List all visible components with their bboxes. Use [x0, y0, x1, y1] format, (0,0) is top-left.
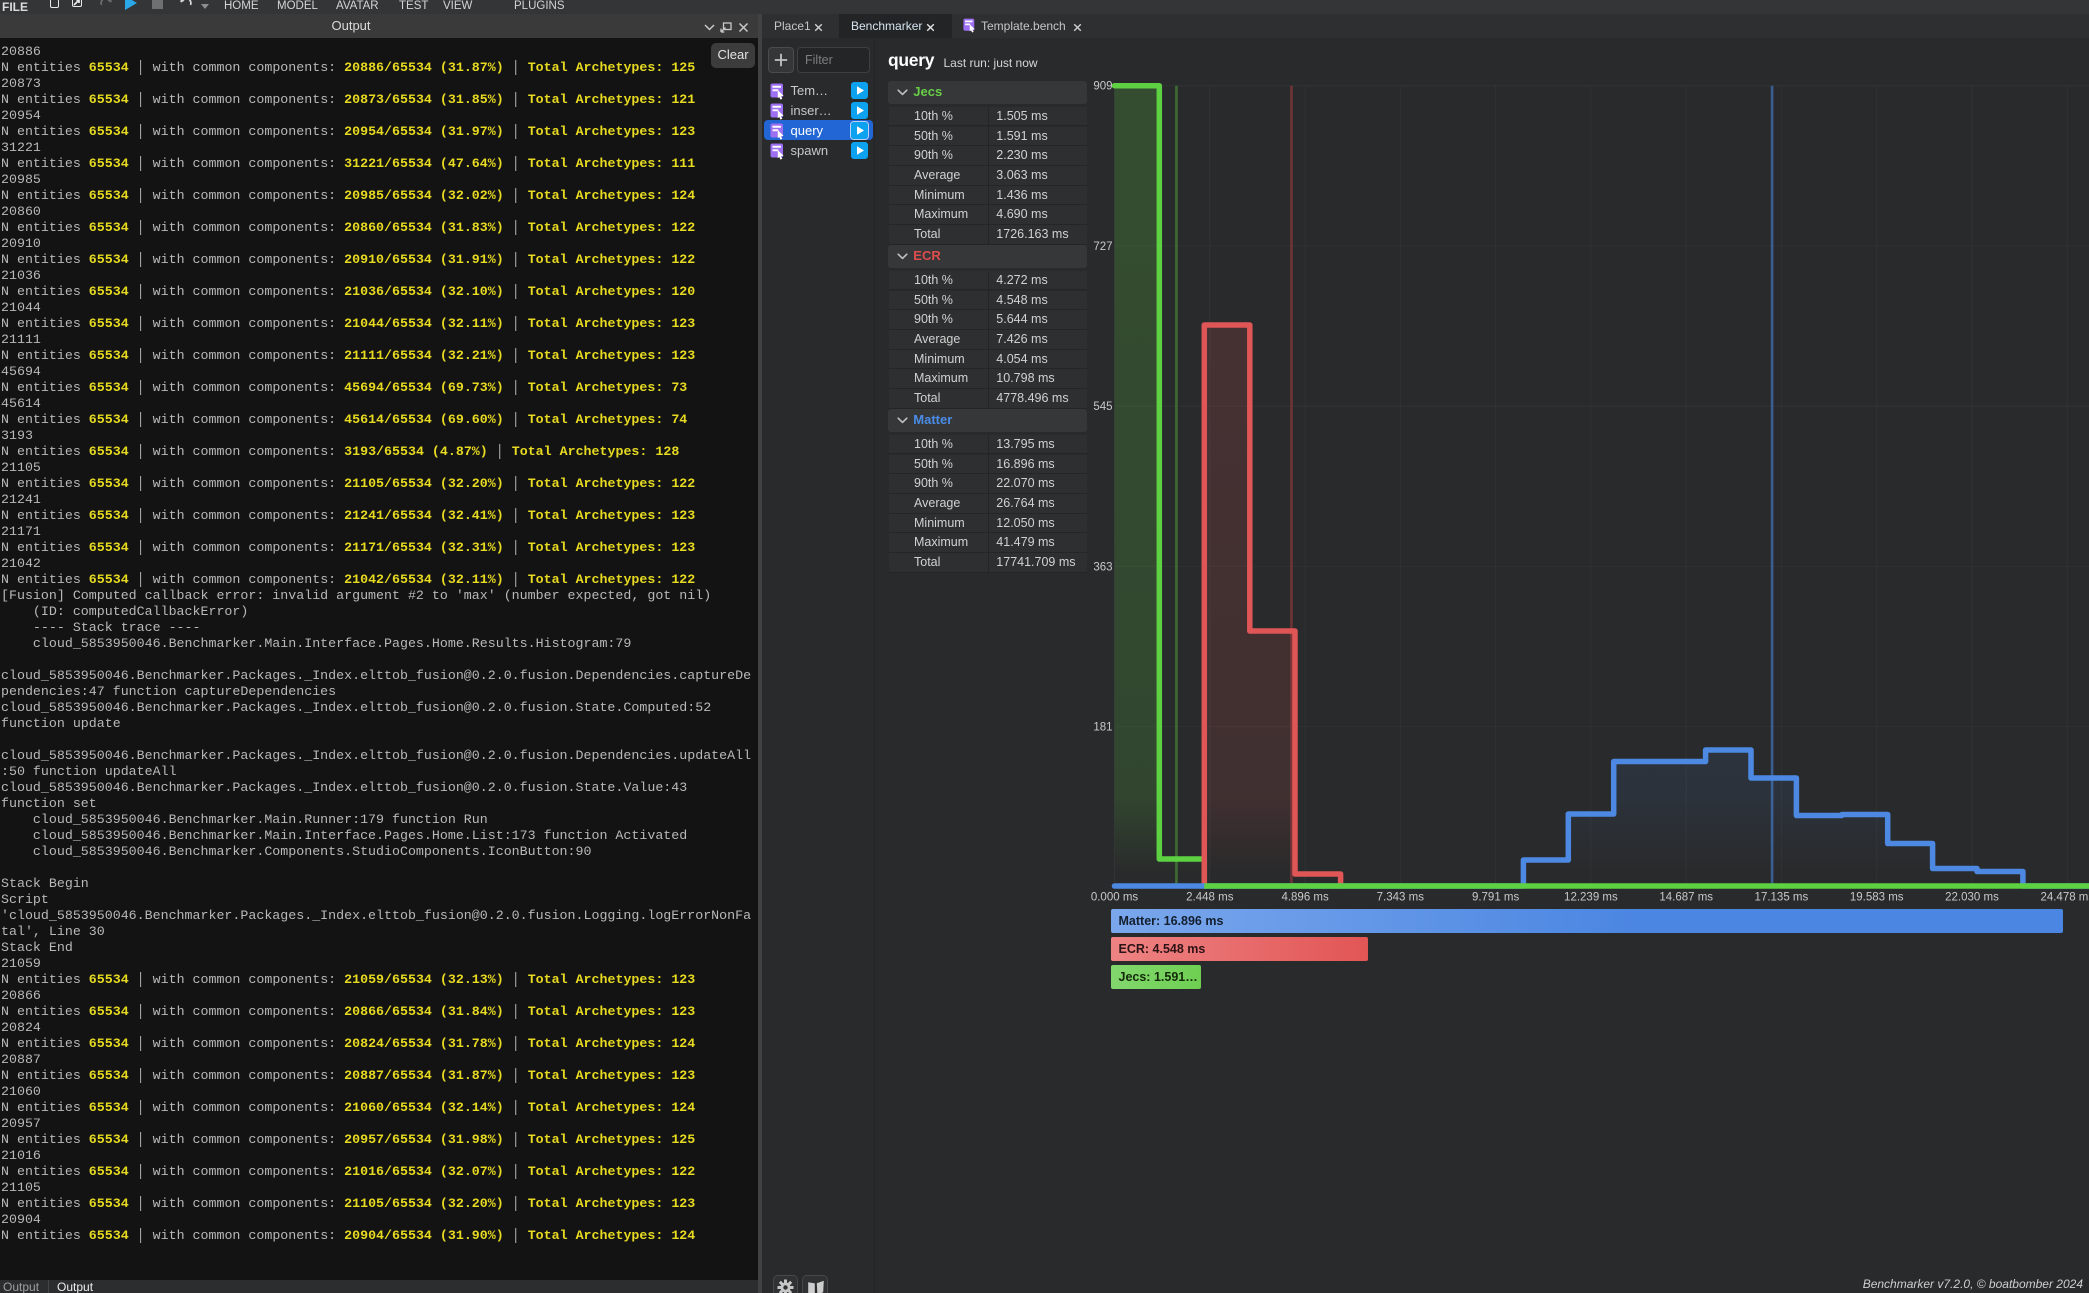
- svg-text:19.583 ms: 19.583 ms: [1850, 892, 1904, 904]
- svg-text:545: 545: [1093, 401, 1112, 413]
- svg-text:0.000 ms: 0.000 ms: [1091, 892, 1139, 904]
- svg-text:909: 909: [1093, 81, 1112, 93]
- svg-text:14.687 ms: 14.687 ms: [1659, 892, 1713, 904]
- svg-text:4.896 ms: 4.896 ms: [1281, 892, 1329, 904]
- svg-text:12.239 ms: 12.239 ms: [1564, 892, 1618, 904]
- svg-text:24.478 ms: 24.478 ms: [2040, 892, 2089, 904]
- svg-text:181: 181: [1093, 722, 1112, 734]
- svg-text:363: 363: [1093, 561, 1112, 573]
- svg-text:9.791 ms: 9.791 ms: [1472, 892, 1520, 904]
- svg-text:7.343 ms: 7.343 ms: [1377, 892, 1425, 904]
- svg-text:22.030 ms: 22.030 ms: [1945, 892, 1999, 904]
- svg-text:2.448 ms: 2.448 ms: [1186, 892, 1234, 904]
- svg-text:17.135 ms: 17.135 ms: [1755, 892, 1809, 904]
- svg-text:727: 727: [1093, 241, 1112, 253]
